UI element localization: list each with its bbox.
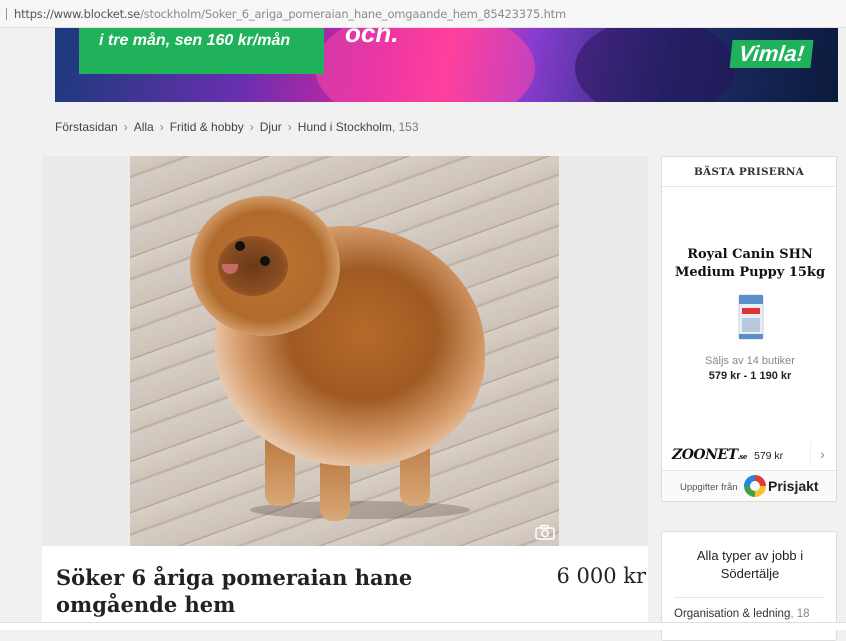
price-compare-widget[interactable]: BÄSTA PRISERNA Royal Canin SHN Medium Pu…	[661, 156, 837, 502]
page-content: i tre mån, sen 160 kr/mån och. Vimla! Fö…	[42, 28, 846, 641]
breadcrumb-link[interactable]: Djur	[260, 120, 282, 134]
provider-name: Prisjakt	[768, 478, 819, 494]
widget-footer[interactable]: Uppgifter från Prisjakt	[662, 470, 836, 501]
prisjakt-logo-icon	[744, 475, 766, 497]
jobs-category-link[interactable]: Organisation & ledning, 18	[674, 608, 810, 620]
breadcrumb: Förstasidan › Alla › Fritid & hobby › Djur › Hun…	[55, 120, 419, 134]
data-from-label: Uppgifter från	[680, 482, 738, 493]
browser-address-bar[interactable]: https://www.blocket.se/stockholm/Soker_6…	[0, 0, 846, 28]
url-text[interactable]: https://www.blocket.se/stockholm/Soker_6…	[14, 7, 566, 21]
breadcrumb-link[interactable]: Förstasidan	[55, 120, 118, 134]
sold-by-text: Säljs av 14 butiker	[705, 355, 795, 367]
jobs-title[interactable]: Alla typer av jobb i Södertälje	[670, 547, 830, 583]
chevron-right-icon[interactable]: ›	[810, 442, 834, 466]
product-name[interactable]: Royal Canin SHN Medium Puppy 15kg	[662, 246, 838, 282]
dog-photo[interactable]	[130, 156, 559, 546]
listing-price: 6 000 kr	[556, 564, 646, 588]
listing-title: Söker 6 åriga pomeraian hane omgående he…	[56, 565, 413, 617]
widget-heading: BÄSTA PRISERNA	[662, 157, 836, 187]
ad-banner[interactable]: i tre mån, sen 160 kr/mån och. Vimla!	[55, 28, 838, 102]
promo-line: i tre mån, sen 160 kr/mån	[99, 32, 291, 49]
bottom-bar	[0, 622, 846, 630]
zoonet-logo: ZOONET.se	[672, 447, 747, 463]
breadcrumb-link[interactable]: Alla	[134, 120, 154, 134]
dog-food-bag-icon[interactable]	[738, 294, 764, 340]
store-price: 579 kr	[754, 450, 784, 462]
text-caret	[6, 8, 7, 20]
breadcrumb-count: , 153	[391, 120, 419, 134]
store-offer-row[interactable]: ZOONET.se 579 kr ›	[662, 440, 838, 470]
breadcrumb-link[interactable]: Fritid & hobby	[170, 120, 244, 134]
listing-card: Söker 6 åriga pomeraian hane omgående he…	[42, 156, 648, 626]
banner-headline: och.	[345, 28, 399, 48]
promo-box: i tre mån, sen 160 kr/mån	[79, 28, 324, 74]
camera-icon[interactable]	[535, 524, 555, 540]
banner-brand-logo: Vimla!	[729, 40, 814, 68]
breadcrumb-link[interactable]: Hund i Stockholm	[298, 120, 392, 134]
listing-image-area[interactable]	[42, 156, 648, 546]
price-range: 579 kr - 1 190 kr	[708, 370, 792, 382]
